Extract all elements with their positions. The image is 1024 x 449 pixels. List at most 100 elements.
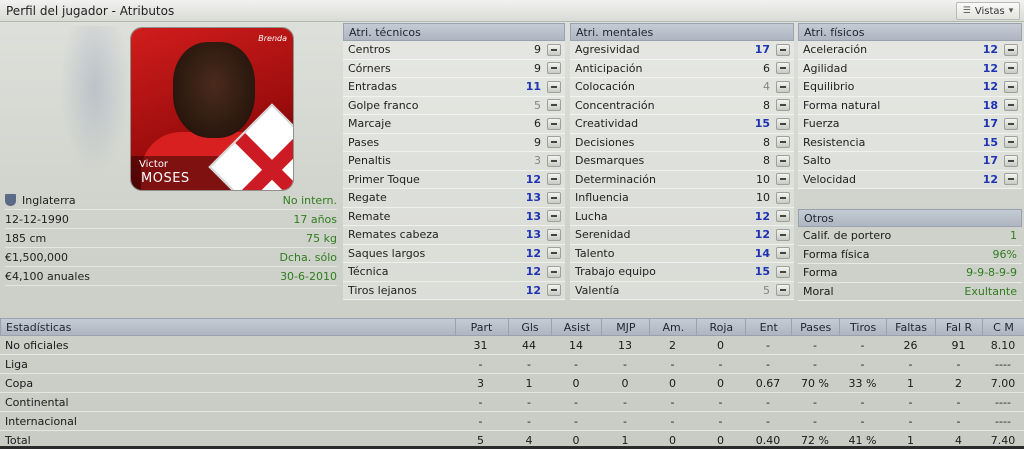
attribute-row: Talento 14 — [570, 244, 794, 263]
attribute-row: Determinación 10 — [570, 170, 794, 189]
attribute-menu-button[interactable] — [547, 228, 561, 241]
statistics-header: Estadísticas Part Gls Asist MJP Am. Roja Ent Pas… — [0, 318, 1024, 336]
attribute-menu-button[interactable] — [776, 62, 790, 75]
attribute-name: Decisiones — [575, 135, 635, 149]
attribute-row: Centros 9 — [343, 41, 565, 60]
player-first-name: Victor — [139, 159, 169, 170]
attribute-value: 15 — [754, 265, 770, 279]
attribute-name: Entradas — [348, 80, 397, 94]
physical-attributes-panel: Atri. físicos Aceleración 12 Agilidad 12 Equ… — [798, 23, 1022, 189]
stats-column-header[interactable]: Roja — [696, 319, 745, 335]
attribute-row: Tiros lejanos 12 — [343, 281, 565, 300]
stats-cell: 0 — [621, 376, 629, 390]
attribute-row: Primer Toque 12 — [343, 170, 565, 189]
attribute-name: Remates cabeza — [348, 228, 439, 242]
attribute-menu-button[interactable] — [547, 284, 561, 297]
stats-column-header[interactable]: Faltas — [886, 319, 935, 335]
stats-cell: 33 % — [848, 376, 877, 390]
attribute-menu-button[interactable] — [547, 173, 561, 186]
attribute-menu-button[interactable] — [1004, 99, 1018, 112]
attribute-menu-button[interactable] — [547, 265, 561, 278]
attribute-menu-button[interactable] — [1004, 117, 1018, 130]
attribute-menu-button[interactable] — [1004, 43, 1018, 56]
attribute-menu-button[interactable] — [776, 228, 790, 241]
nationality[interactable]: Inglaterra — [22, 194, 76, 207]
attribute-name: Equilibrio — [803, 80, 855, 94]
attribute-menu-button[interactable] — [1004, 62, 1018, 75]
attribute-value: 6 — [534, 117, 541, 131]
minus-icon — [551, 159, 557, 162]
attribute-menu-button[interactable] — [776, 136, 790, 149]
attribute-menu-button[interactable] — [547, 117, 561, 130]
attribute-menu-button[interactable] — [547, 136, 561, 149]
stats-row-label: Liga — [5, 357, 28, 371]
stats-column-header[interactable]: Fal R — [935, 319, 982, 335]
stats-column-header[interactable]: Tiros — [839, 319, 886, 335]
attribute-menu-button[interactable] — [776, 99, 790, 112]
stats-column-header[interactable]: Asist — [551, 319, 601, 335]
attribute-menu-button[interactable] — [776, 265, 790, 278]
attribute-menu-button[interactable] — [776, 191, 790, 204]
attribute-menu-button[interactable] — [547, 80, 561, 93]
attribute-menu-button[interactable] — [776, 173, 790, 186]
attribute-menu-button[interactable] — [1004, 80, 1018, 93]
attribute-name: Centros — [348, 43, 391, 57]
stats-column-header[interactable]: Estadísticas — [1, 319, 455, 335]
stats-column-header[interactable]: C M — [982, 319, 1024, 335]
attribute-menu-button[interactable] — [547, 210, 561, 223]
stats-cell: - — [860, 414, 865, 428]
stats-cell: 0.40 — [755, 433, 781, 447]
attribute-name: Serenidad — [575, 228, 631, 242]
stats-cell: - — [956, 414, 961, 428]
stats-column-header[interactable]: Am. — [649, 319, 696, 335]
attribute-name: Primer Toque — [348, 172, 420, 186]
minus-icon — [1008, 122, 1014, 125]
stats-cell: 3 — [477, 376, 484, 390]
attribute-name: Pases — [348, 135, 380, 149]
stats-column-header[interactable]: Ent — [745, 319, 791, 335]
stats-row: Continental - - - - - - - - - - - ---- — [0, 393, 1024, 412]
photo-brand: Brenda — [258, 34, 287, 43]
minus-icon — [1008, 85, 1014, 88]
minus-icon — [551, 196, 557, 199]
attribute-menu-button[interactable] — [776, 80, 790, 93]
attribute-menu-button[interactable] — [776, 154, 790, 167]
attribute-value: 11 — [525, 80, 541, 94]
attribute-menu-button[interactable] — [547, 247, 561, 260]
date-of-birth: 12-12-1990 — [5, 212, 69, 226]
attribute-menu-button[interactable] — [1004, 173, 1018, 186]
attribute-menu-button[interactable] — [547, 99, 561, 112]
attribute-menu-button[interactable] — [547, 43, 561, 56]
attribute-name: Remate — [348, 209, 391, 223]
stats-column-header[interactable]: Gls — [507, 319, 552, 335]
views-button[interactable]: ☰ Vistas ▾ — [956, 2, 1020, 20]
minus-icon — [551, 141, 557, 144]
stats-cell: - — [574, 395, 578, 409]
attribute-value: 12 — [525, 246, 541, 260]
attribute-menu-button[interactable] — [1004, 136, 1018, 149]
attribute-menu-button[interactable] — [547, 62, 561, 75]
attribute-menu-button[interactable] — [776, 284, 790, 297]
attribute-row: Resistencia 15 — [798, 133, 1022, 152]
attribute-menu-button[interactable] — [547, 191, 561, 204]
stats-row: Liga - - - - - - - - - - - ---- — [0, 355, 1024, 374]
stats-cell: - — [623, 414, 627, 428]
stats-column-header[interactable]: Pases — [791, 319, 839, 335]
stats-cell: - — [623, 357, 627, 371]
other-name: Forma — [803, 266, 838, 280]
info-row-dob: 12-12-1990 17 años — [5, 210, 337, 229]
attribute-menu-button[interactable] — [776, 117, 790, 130]
attribute-menu-button[interactable] — [547, 154, 561, 167]
attribute-value: 12 — [525, 172, 541, 186]
attribute-menu-button[interactable] — [776, 210, 790, 223]
window-title: Perfil del jugador - Atributos — [6, 4, 175, 18]
stats-cell: - — [574, 414, 578, 428]
attribute-menu-button[interactable] — [1004, 154, 1018, 167]
chevron-down-icon: ▾ — [1008, 6, 1014, 16]
attribute-menu-button[interactable] — [776, 247, 790, 260]
minus-icon — [551, 270, 557, 273]
stats-cell: 0 — [717, 376, 724, 390]
stats-column-header[interactable]: MJP — [601, 319, 649, 335]
stats-column-header[interactable]: Part — [454, 319, 508, 335]
attribute-menu-button[interactable] — [776, 43, 790, 56]
